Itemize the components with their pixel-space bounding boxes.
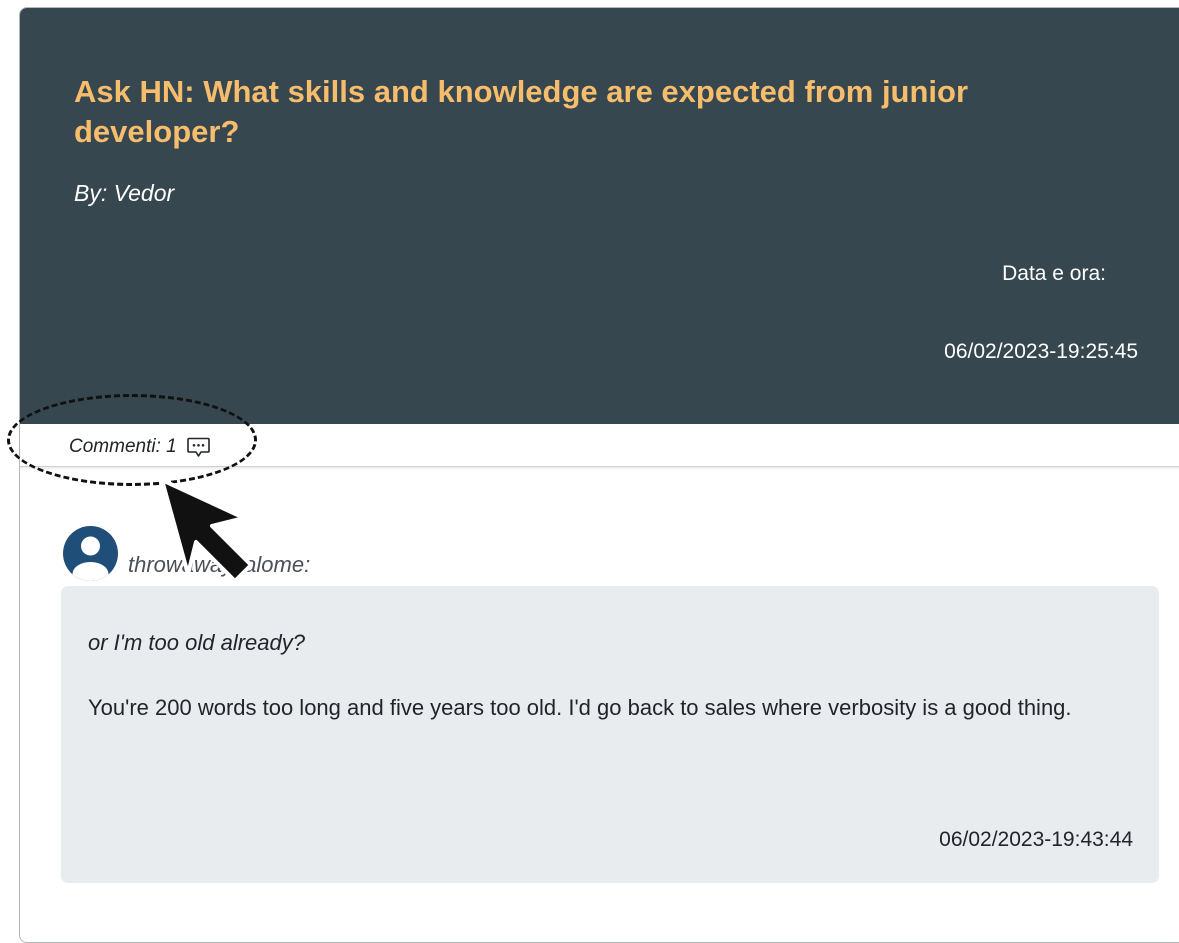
comment-quote: or I'm too old already? bbox=[88, 630, 305, 655]
comment-card: or I'm too old already? You're 200 words… bbox=[61, 586, 1159, 883]
comment-author-row: throwawaysalome: bbox=[63, 526, 310, 581]
post-card: Ask HN: What skills and knowledge are ex… bbox=[19, 7, 1179, 943]
comments-toggle[interactable]: Commenti: 1 bbox=[69, 436, 210, 458]
post-date-label: Data e ora: bbox=[1002, 262, 1106, 285]
comments-bar: Commenti: 1 bbox=[20, 424, 1179, 467]
user-avatar-icon bbox=[63, 526, 118, 581]
chat-dots-icon bbox=[186, 437, 210, 458]
comment-author: throwawaysalome: bbox=[128, 551, 311, 577]
comment-date: 06/02/2023-19:43:44 bbox=[939, 828, 1133, 851]
comment-text: You're 200 words too long and five years… bbox=[88, 695, 1072, 720]
post-author: By: Vedor bbox=[74, 180, 175, 206]
post-title[interactable]: Ask HN: What skills and knowledge are ex… bbox=[74, 72, 1034, 152]
post-date-value: 06/02/2023-19:25:45 bbox=[944, 340, 1138, 363]
comments-count-label: Commenti: 1 bbox=[69, 436, 177, 457]
post-header: Ask HN: What skills and knowledge are ex… bbox=[20, 8, 1179, 424]
